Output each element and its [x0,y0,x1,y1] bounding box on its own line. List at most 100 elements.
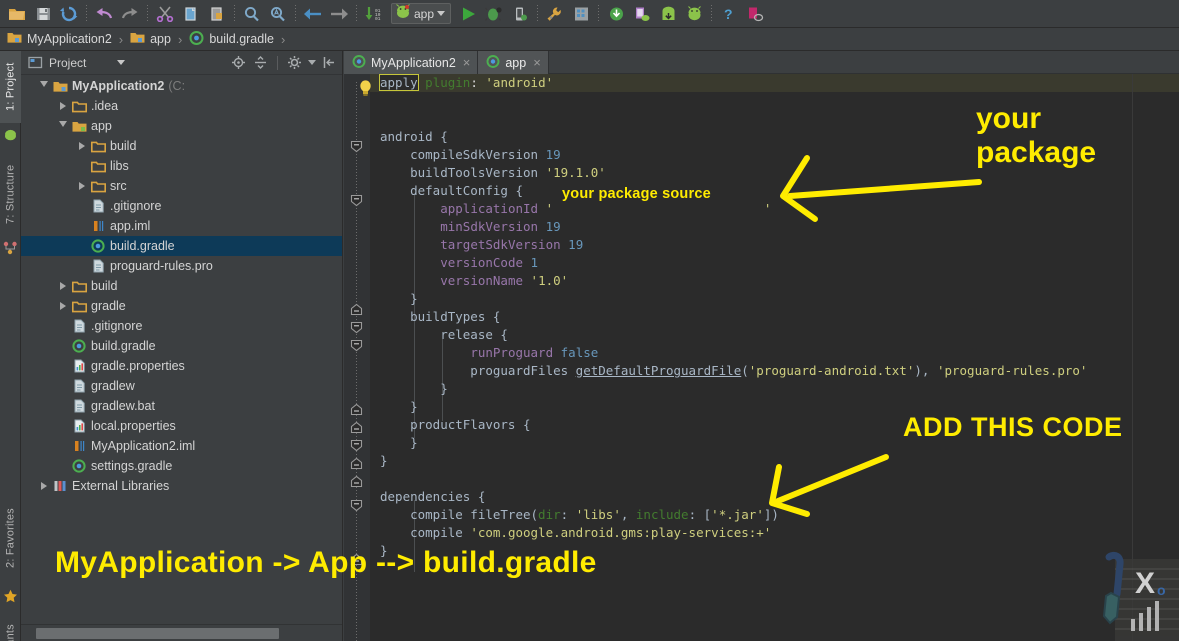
open-folder-icon[interactable] [4,2,30,26]
code-line: compile 'com.google.android.gms:play-ser… [380,525,772,540]
breadcrumb-item-2[interactable]: build.gradle [189,30,274,48]
fold-marker-android[interactable] [350,140,363,153]
chevron-down-icon[interactable] [437,11,446,16]
breadcrumb-item-1[interactable]: app [130,31,171,47]
fold-marker-release-end[interactable] [350,403,363,416]
project-tree[interactable]: MyApplication2 (C: .idea app build libs src .gi… [21,76,342,620]
chevron-right-icon[interactable] [56,276,70,296]
toolbar-separator [86,4,87,23]
redo-icon[interactable] [117,2,143,26]
copy-icon[interactable] [178,2,204,26]
tree-row-label: gradle [91,299,126,313]
update-project-icon[interactable]: 01 10 01 [361,2,387,26]
hide-panel-icon[interactable] [321,54,338,71]
sync-icon[interactable] [56,2,82,26]
tree-row--gitignore[interactable]: .gitignore [21,316,342,336]
close-icon[interactable]: × [463,55,471,70]
sidebar-item-favorites[interactable]: 2: Favorites [0,491,21,585]
chevron-right-icon[interactable] [56,296,70,316]
android-icon[interactable] [681,2,707,26]
tree-arrow-placeholder [75,256,89,276]
tree-row-build-gradle[interactable]: build.gradle [21,236,342,256]
back-icon[interactable] [300,2,326,26]
tree-row-proguard-rules-pro[interactable]: proguard-rules.pro [21,256,342,276]
chevron-down-icon[interactable] [37,76,51,96]
collapse-all-icon[interactable] [252,54,269,71]
attach-debugger-icon[interactable] [507,2,533,26]
help-icon[interactable]: ? [716,2,742,26]
save-all-icon[interactable] [30,2,56,26]
breadcrumb-item-0[interactable]: MyApplication2 [7,31,112,47]
tree-arrow-placeholder [56,436,70,456]
svg-text:?: ? [724,6,733,22]
ide-window: 01 10 01 app ? MyApplication2 › app › bu… [0,0,1179,641]
chevron-down-icon[interactable] [308,60,316,65]
tree-row-src[interactable]: src [21,176,342,196]
fold-marker-defaultconfig-end[interactable] [350,303,363,316]
tree-row-libs[interactable]: libs [21,156,342,176]
chevron-right-icon[interactable] [75,176,89,196]
tree-row-gradlew[interactable]: gradlew [21,376,342,396]
tree-row-local-properties[interactable]: local.properties [21,416,342,436]
breadcrumb-separator: › [118,31,124,47]
locate-icon[interactable] [230,54,247,71]
project-horizontal-scrollbar[interactable] [21,624,342,641]
chevron-right-icon[interactable] [56,96,70,116]
tab-app[interactable]: app × [478,51,549,74]
tree-row-label: app [91,119,112,133]
chevron-right-icon[interactable] [75,136,89,156]
tree-row-gradlew-bat[interactable]: gradlew.bat [21,396,342,416]
fold-marker-android-end[interactable] [350,475,363,488]
tree-row-app[interactable]: app [21,116,342,136]
debug-icon[interactable] [481,2,507,26]
fold-marker-buildtypes-end[interactable] [350,421,363,434]
wrench-icon[interactable] [542,2,568,26]
chevron-right-icon[interactable] [37,476,51,496]
fold-marker-defaultconfig[interactable] [350,194,363,207]
tree-row-myapplication2[interactable]: MyApplication2 (C: [21,76,342,96]
fold-marker-productflavors-end[interactable] [350,457,363,470]
tree-row-label: proguard-rules.pro [110,259,213,273]
tree-row-settings-gradle[interactable]: settings.gradle [21,456,342,476]
sdk-manager-icon[interactable] [568,2,594,26]
forward-icon[interactable] [326,2,352,26]
tree-row-gradle[interactable]: gradle [21,296,342,316]
gradle-icon [189,30,204,48]
tree-row--gitignore[interactable]: .gitignore [21,196,342,216]
paste-icon[interactable] [204,2,230,26]
fold-marker-release[interactable] [350,339,363,352]
tree-row--idea[interactable]: .idea [21,96,342,116]
tree-row-app-iml[interactable]: app.iml [21,216,342,236]
tree-row-gradle-properties[interactable]: gradle.properties [21,356,342,376]
chevron-down-icon[interactable] [117,60,126,65]
find-icon[interactable] [239,2,265,26]
find-replace-icon[interactable] [265,2,291,26]
tree-row-build[interactable]: build [21,136,342,156]
cut-icon[interactable] [152,2,178,26]
settings-gear-icon[interactable] [286,54,303,71]
sidebar-item-structure[interactable]: 7: Structure [0,151,21,237]
close-icon[interactable]: × [533,55,541,70]
tree-row-build[interactable]: build [21,276,342,296]
color-picker-icon[interactable] [742,2,768,26]
download-icon[interactable] [603,2,629,26]
tree-row-external-libraries[interactable]: External Libraries [21,476,342,496]
fold-marker-productflavors[interactable] [350,439,363,452]
sidebar-item-project[interactable]: 1: Project [0,51,21,123]
scrollbar-thumb[interactable] [36,627,279,639]
folder-icon [70,96,88,116]
tree-row-myapplication2-iml[interactable]: MyApplication2.iml [21,436,342,456]
file-icon [89,196,107,216]
sdk-update-icon[interactable] [655,2,681,26]
chevron-down-icon[interactable] [56,116,70,136]
run-configuration-selector[interactable]: app [391,3,452,24]
avd-manager-icon[interactable] [629,2,655,26]
tree-row-build-gradle[interactable]: build.gradle [21,336,342,356]
fold-marker-buildtypes[interactable] [350,321,363,334]
tab-myapplication2[interactable]: MyApplication2 × [344,51,479,74]
run-icon[interactable] [455,2,481,26]
sidebar-item-build-variants[interactable]: Build Variants [0,609,21,641]
fold-marker-dependencies[interactable] [350,499,363,512]
undo-icon[interactable] [91,2,117,26]
